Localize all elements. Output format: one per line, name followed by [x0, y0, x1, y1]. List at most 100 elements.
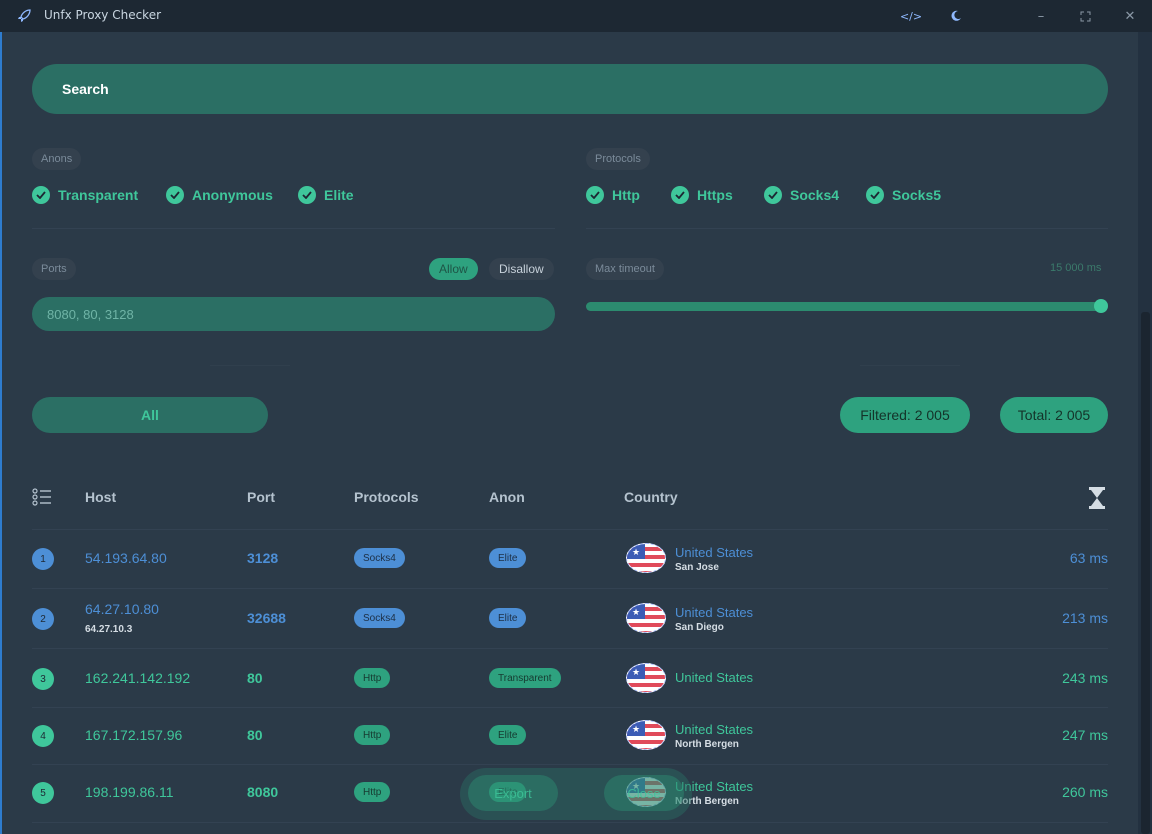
header-port[interactable]: Port — [247, 489, 275, 505]
header-protocols[interactable]: Protocols — [354, 489, 419, 505]
check-label: Elite — [324, 187, 354, 203]
search-placeholder: Search — [62, 81, 109, 97]
timeout-cell: 213 ms — [1062, 610, 1108, 626]
divider — [860, 365, 960, 366]
check-label: Https — [697, 187, 733, 203]
filtered-count: Filtered: 2 005 — [840, 397, 970, 433]
protocol-tag: Socks4 — [354, 548, 405, 568]
city-cell: San Diego — [675, 622, 724, 633]
list-settings-icon[interactable] — [32, 488, 52, 506]
moon-icon[interactable] — [948, 8, 964, 24]
us-flag-icon: ★ — [626, 663, 666, 693]
search-input[interactable]: Search — [32, 64, 1108, 114]
check-anonymous[interactable]: Anonymous — [166, 185, 273, 205]
check-https[interactable]: Https — [671, 185, 733, 205]
protocol-tag: Http — [354, 782, 391, 802]
port-cell: 32688 — [247, 610, 286, 626]
check-icon — [298, 186, 316, 204]
timeout-cell: 243 ms — [1062, 670, 1108, 686]
row-number-badge: 1 — [32, 548, 54, 570]
anon-tag: Elite — [489, 548, 527, 568]
export-button[interactable]: Export — [468, 775, 558, 811]
protocol-tag: Http — [354, 725, 391, 745]
allow-button[interactable]: Allow — [429, 258, 478, 280]
close-button[interactable]: Close — [604, 775, 684, 811]
check-socks5[interactable]: Socks5 — [866, 185, 941, 205]
scrollbar-thumb[interactable] — [1141, 312, 1150, 834]
ports-label: Ports — [32, 258, 76, 280]
port-cell: 80 — [247, 727, 263, 743]
check-socks4[interactable]: Socks4 — [764, 185, 839, 205]
header-country[interactable]: Country — [624, 489, 678, 505]
svg-text:★: ★ — [632, 668, 640, 678]
maximize-icon[interactable] — [1077, 8, 1093, 24]
port-cell: 8080 — [247, 784, 279, 800]
check-icon — [866, 186, 884, 204]
rocket-icon — [18, 9, 31, 22]
ports-value: 8080, 80, 3128 — [47, 306, 134, 322]
ports-input[interactable]: 8080, 80, 3128 — [32, 297, 555, 331]
divider — [210, 365, 290, 366]
row-divider — [32, 822, 1108, 823]
check-label: Socks5 — [892, 187, 942, 203]
country-select[interactable]: All — [32, 397, 268, 433]
country-cell: United States — [675, 545, 754, 560]
country-cell: United States — [675, 722, 754, 737]
host-cell[interactable]: 162.241.142.192 — [85, 670, 190, 686]
protocol-tag: Socks4 — [354, 608, 405, 628]
check-label: Anonymous — [192, 187, 273, 203]
row-divider — [32, 707, 1108, 708]
row-number-badge: 3 — [32, 668, 54, 690]
row-number-badge: 5 — [32, 782, 54, 804]
divider — [586, 228, 1108, 229]
host-sub-cell: 64.27.10.3 — [85, 624, 133, 635]
protocol-tag: Http — [354, 668, 391, 688]
check-icon — [32, 186, 50, 204]
anons-label: Anons — [32, 148, 82, 170]
svg-text:★: ★ — [632, 548, 640, 558]
svg-text:★: ★ — [632, 608, 640, 618]
header-host[interactable]: Host — [85, 489, 116, 505]
timeout-slider-handle[interactable] — [1094, 299, 1108, 313]
host-cell[interactable]: 54.193.64.80 — [85, 550, 167, 566]
timeout-cell: 63 ms — [1069, 550, 1108, 566]
hourglass-icon[interactable] — [1088, 486, 1106, 510]
us-flag-icon: ★ — [626, 543, 666, 573]
protocols-label: Protocols — [586, 148, 650, 170]
row-divider — [32, 529, 1108, 530]
city-cell: North Bergen — [675, 739, 739, 750]
country-select-value: All — [141, 407, 159, 423]
check-http[interactable]: Http — [586, 185, 640, 205]
anon-tag: Elite — [489, 608, 527, 628]
row-number-badge: 2 — [32, 608, 54, 630]
disallow-button[interactable]: Disallow — [489, 258, 554, 280]
timeout-cell: 260 ms — [1062, 784, 1108, 800]
svg-text:★: ★ — [632, 725, 640, 735]
anon-tag: Transparent — [489, 668, 561, 688]
port-cell: 80 — [247, 670, 263, 686]
host-cell[interactable]: 198.199.86.11 — [85, 784, 174, 800]
code-icon[interactable]: </> — [900, 8, 922, 24]
row-divider — [32, 648, 1108, 649]
close-icon[interactable]: ✕ — [1122, 8, 1138, 24]
check-icon — [166, 186, 184, 204]
host-cell[interactable]: 167.172.157.96 — [85, 727, 182, 743]
check-transparent[interactable]: Transparent — [32, 185, 138, 205]
host-cell[interactable]: 64.27.10.80 — [85, 601, 159, 617]
timeout-cell: 247 ms — [1062, 727, 1108, 743]
row-divider — [32, 588, 1108, 589]
check-icon — [671, 186, 689, 204]
country-cell: United States — [675, 670, 754, 685]
check-label: Socks4 — [790, 187, 840, 203]
row-divider — [32, 764, 1108, 765]
title-bar: Unfx Proxy Checker </> – ✕ — [0, 0, 1152, 32]
divider — [32, 228, 555, 229]
city-cell: San Jose — [675, 562, 719, 573]
timeout-slider[interactable] — [586, 302, 1102, 311]
check-elite[interactable]: Elite — [298, 185, 354, 205]
check-label: Transparent — [58, 187, 139, 203]
header-anon[interactable]: Anon — [489, 489, 525, 505]
check-label: Http — [612, 187, 640, 203]
check-icon — [586, 186, 604, 204]
minimize-icon[interactable]: – — [1033, 8, 1049, 24]
